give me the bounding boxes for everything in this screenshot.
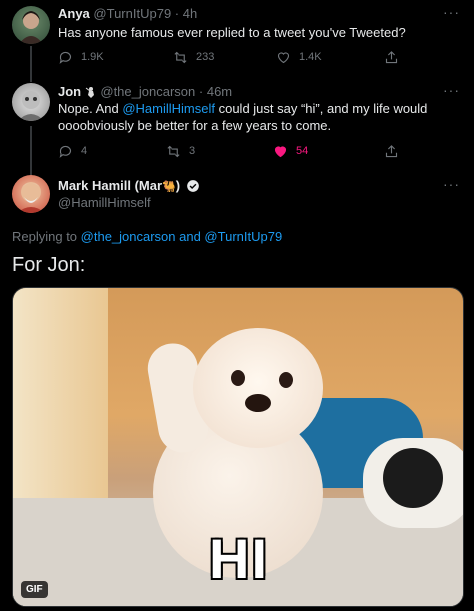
heart-filled-icon bbox=[274, 145, 287, 157]
avatar-anya[interactable] bbox=[12, 6, 50, 44]
tweet-jon[interactable]: Jon @the_joncarson · 46m ··· Nope. And @… bbox=[0, 80, 474, 176]
share-button[interactable] bbox=[384, 48, 399, 66]
like-count: 54 bbox=[296, 145, 309, 157]
main-tweet-text: For Jon: bbox=[12, 254, 86, 276]
ninja-icon bbox=[85, 86, 97, 98]
tweet-actions: 4 3 54 bbox=[58, 142, 438, 160]
heart-icon bbox=[277, 51, 290, 63]
gif-dog-eye-right bbox=[279, 372, 293, 388]
author-handle[interactable]: @the_joncarson bbox=[100, 84, 195, 99]
gif-badge: GIF bbox=[21, 581, 48, 598]
main-tweet: Mark Hamill (Mar🐫) @HamillHimself ··· bbox=[0, 172, 474, 222]
replying-to-users[interactable]: @the_joncarson and @TurnItUp79 bbox=[81, 229, 283, 244]
tweet-time[interactable]: 4h bbox=[183, 6, 197, 21]
reply-count: 1.9K bbox=[81, 51, 104, 63]
retweet-button[interactable]: 233 bbox=[173, 48, 214, 66]
tweet-header: Anya @TurnItUp79 · 4h bbox=[58, 6, 197, 21]
thread-line bbox=[30, 126, 32, 176]
separator-dot: · bbox=[198, 84, 204, 99]
gif-media[interactable]: HI GIF bbox=[12, 287, 464, 607]
retweet-icon bbox=[174, 51, 187, 63]
more-options-button[interactable]: ··· bbox=[443, 4, 460, 20]
more-options-button[interactable]: ··· bbox=[443, 176, 460, 192]
author-name-row[interactable]: Mark Hamill (Mar🐫) bbox=[58, 178, 200, 193]
reply-icon bbox=[59, 145, 72, 158]
more-options-button[interactable]: ··· bbox=[443, 82, 460, 98]
retweet-icon bbox=[167, 145, 180, 157]
retweet-button[interactable]: 3 bbox=[166, 142, 195, 160]
replying-to: Replying to @the_joncarson and @TurnItUp… bbox=[12, 229, 282, 244]
reply-icon bbox=[59, 51, 72, 64]
like-button[interactable]: 1.4K bbox=[276, 48, 322, 66]
gif-dog-nose bbox=[245, 394, 271, 412]
author-handle[interactable]: @HamillHimself bbox=[58, 195, 151, 210]
author-handle[interactable]: @TurnItUp79 bbox=[93, 6, 171, 21]
reply-button[interactable]: 4 bbox=[58, 142, 87, 160]
share-button[interactable] bbox=[384, 142, 399, 160]
tweet-time[interactable]: 46m bbox=[207, 84, 232, 99]
tweet-actions: 1.9K 233 1.4K bbox=[58, 48, 438, 66]
gif-second-dog-spot bbox=[383, 448, 443, 508]
mention-link[interactable]: @HamillHimself bbox=[122, 101, 215, 116]
tweet-text-prefix: Nope. And bbox=[58, 101, 123, 116]
tweet-header: Jon @the_joncarson · 46m bbox=[58, 84, 232, 99]
author-name[interactable]: Anya bbox=[58, 6, 90, 21]
separator-dot: · bbox=[174, 6, 180, 21]
avatar-jon[interactable] bbox=[12, 83, 50, 121]
author-name-close: ) bbox=[175, 178, 181, 193]
camel-emoji: 🐫 bbox=[162, 181, 176, 193]
author-name[interactable]: Jon bbox=[58, 84, 81, 99]
replying-to-label: Replying to bbox=[12, 229, 81, 244]
gif-dog-head bbox=[193, 328, 323, 448]
gif-dog-eye-left bbox=[231, 370, 245, 386]
like-count: 1.4K bbox=[299, 51, 322, 63]
share-icon bbox=[385, 144, 398, 157]
tweet-text: Nope. And @HamillHimself could just say … bbox=[58, 100, 458, 134]
avatar-mark-hamill[interactable] bbox=[12, 175, 50, 213]
tweet-anya[interactable]: Anya @TurnItUp79 · 4h ··· Has anyone fam… bbox=[0, 0, 474, 82]
verified-badge-icon bbox=[186, 179, 200, 193]
share-icon bbox=[385, 50, 398, 63]
reply-count: 4 bbox=[81, 145, 88, 157]
like-button[interactable]: 54 bbox=[273, 142, 308, 160]
retweet-count: 3 bbox=[189, 145, 196, 157]
tweet-text: Has anyone famous ever replied to a twee… bbox=[58, 25, 406, 40]
reply-button[interactable]: 1.9K bbox=[58, 48, 104, 66]
retweet-count: 233 bbox=[196, 51, 215, 63]
author-name[interactable]: Mark Hamill (Mar bbox=[58, 178, 162, 193]
thread-line bbox=[30, 46, 32, 82]
gif-caption: HI bbox=[209, 527, 269, 590]
